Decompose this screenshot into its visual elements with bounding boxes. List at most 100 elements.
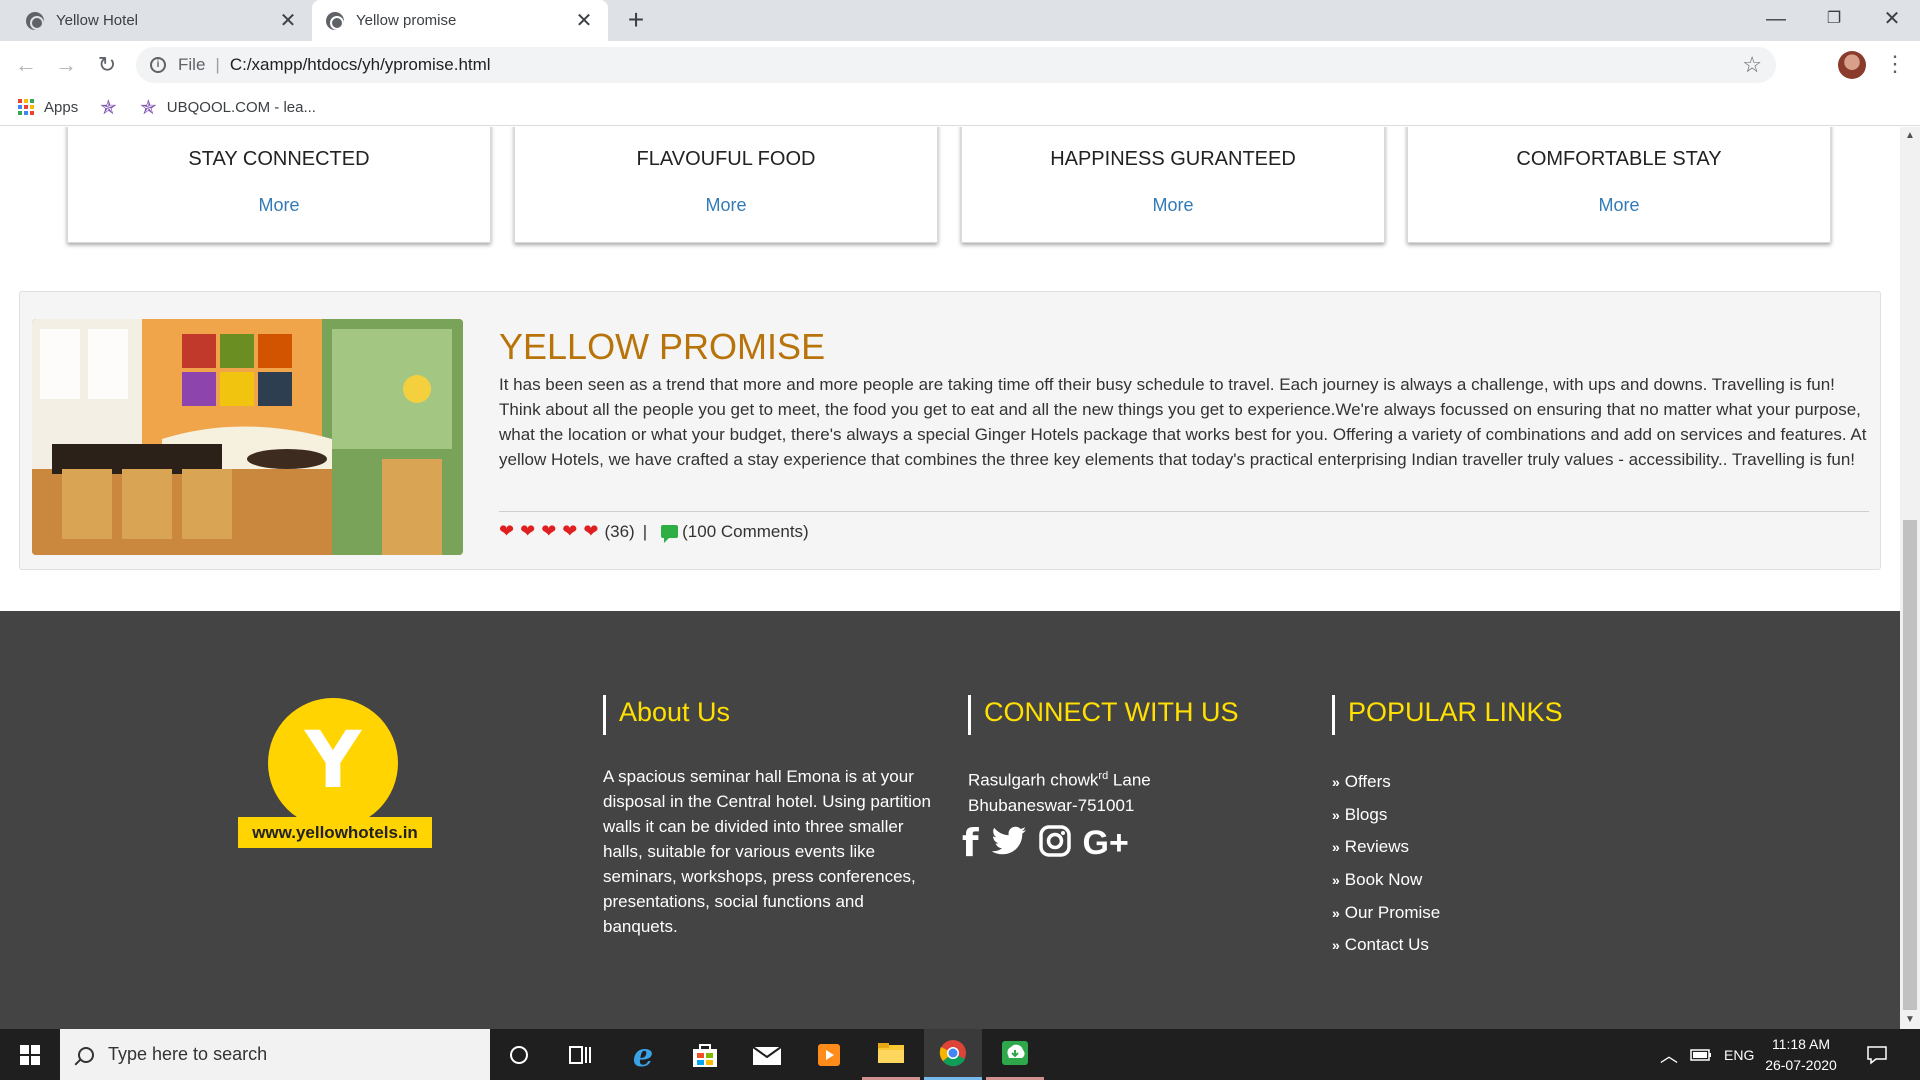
address-line-1: Rasulgarh chowkrd Lane — [968, 770, 1151, 790]
notification-icon[interactable] — [1866, 1029, 1888, 1080]
yellow-hotels-logo[interactable]: Y — [268, 698, 398, 828]
browser-tab-strip: Yellow Hotel ✕ Yellow promise ✕ + — ❐ ✕ — [0, 0, 1920, 41]
windows-start-icon[interactable] — [0, 1029, 60, 1080]
system-clock[interactable]: 11:18 AM 26-07-2020 — [1756, 1034, 1846, 1076]
comment-icon — [661, 525, 679, 543]
footer-link-our-promise[interactable]: » Our Promise — [1332, 896, 1440, 929]
heart-icon: ❤ — [562, 521, 578, 541]
close-tab-icon[interactable]: ✕ — [278, 8, 298, 33]
facebook-icon[interactable]: f — [962, 821, 979, 865]
mail-icon[interactable] — [738, 1029, 796, 1080]
file-explorer-icon[interactable] — [862, 1029, 920, 1080]
heart-icon: ❤ — [541, 521, 557, 541]
logo-url-label[interactable]: www.yellowhotels.in — [238, 817, 432, 848]
restore-button[interactable]: ❐ — [1806, 0, 1862, 41]
feature-title: FLAVOUFUL FOOD — [636, 148, 816, 170]
feature-card-comfortable-stay: COMFORTABLE STAY More — [1407, 127, 1831, 243]
address-line-2: Bhubaneswar-751001 — [968, 795, 1135, 815]
scrollbar-thumb[interactable] — [1903, 520, 1917, 1010]
task-view-icon[interactable] — [551, 1029, 609, 1080]
globe-icon — [326, 11, 344, 30]
cortana-icon[interactable] — [490, 1029, 548, 1080]
scroll-down-arrow-icon[interactable]: ▼ — [1900, 1011, 1920, 1029]
close-window-button[interactable]: ✕ — [1864, 0, 1920, 41]
promise-meta: ❤ ❤ ❤ ❤ ❤ (36) | (100 Comments) — [499, 521, 809, 543]
twitter-icon[interactable] — [991, 826, 1027, 861]
feature-more-link[interactable]: More — [1408, 195, 1830, 216]
heart-icon: ❤ — [583, 521, 599, 541]
footer-link-blogs[interactable]: » Blogs — [1332, 799, 1440, 832]
social-links: f G+ — [962, 821, 1141, 865]
tab-yellow-promise[interactable]: Yellow promise ✕ — [312, 0, 608, 41]
taskbar-search-box[interactable]: Type here to search — [60, 1029, 490, 1080]
download-app-icon[interactable] — [986, 1029, 1044, 1080]
bookmark-star[interactable]: ✯ — [100, 95, 127, 119]
rating-count: (36) — [604, 521, 635, 541]
feature-title: STAY CONNECTED — [188, 148, 370, 170]
heart-icon: ❤ — [520, 521, 536, 541]
instagram-icon[interactable] — [1038, 824, 1071, 862]
feature-title: HAPPINESS GURANTEED — [1050, 148, 1296, 170]
star-bookmark-icon: ✯ — [100, 96, 117, 119]
language-indicator[interactable]: ENG — [1724, 1029, 1754, 1080]
clock-date: 26-07-2020 — [1765, 1057, 1837, 1073]
hotel-lounge-image — [32, 319, 463, 555]
footer-link-offers[interactable]: » Offers — [1332, 766, 1440, 799]
feature-card-flavouful-food: FLAVOUFUL FOOD More — [514, 127, 938, 243]
store-icon[interactable] — [676, 1029, 734, 1080]
bookmark-label: UBQOOL.COM - lea... — [166, 98, 316, 116]
connect-heading: CONNECT WITH US — [968, 695, 1239, 735]
meta-separator: | — [642, 521, 648, 541]
search-placeholder: Type here to search — [108, 1044, 268, 1064]
address-bar[interactable]: i File | C:/xampp/htdocs/yh/ypromise.htm… — [136, 47, 1776, 83]
footer: Y www.yellowhotels.in About Us A spaciou… — [0, 611, 1900, 1029]
feature-more-link[interactable]: More — [515, 195, 937, 216]
bookmark-star-icon[interactable]: ☆ — [1742, 52, 1762, 78]
footer-link-contact-us[interactable]: » Contact Us — [1332, 929, 1440, 962]
new-tab-button[interactable]: + — [622, 6, 650, 34]
tab-title: Yellow Hotel — [56, 12, 138, 29]
footer-link-reviews[interactable]: » Reviews — [1332, 831, 1440, 864]
close-tab-icon[interactable]: ✕ — [574, 8, 594, 33]
forward-button[interactable]: → — [52, 51, 80, 79]
bookmark-label: Apps — [44, 98, 79, 116]
feature-card-happiness-guranteed: HAPPINESS GURANTEED More — [961, 127, 1385, 243]
logo-letter: Y — [304, 716, 362, 806]
divider — [499, 511, 1869, 512]
chevron-up-icon[interactable]: ︿ — [1660, 1042, 1678, 1068]
star-bookmark-icon: ✯ — [140, 96, 157, 119]
chevron-double-right-icon: » — [1332, 904, 1340, 921]
show-hidden-icons[interactable]: ︿ — [1660, 1029, 1678, 1080]
bookmark-ubqool[interactable]: ✯ UBQOOL.COM - lea... — [140, 95, 316, 119]
info-icon[interactable]: i — [150, 57, 166, 73]
search-icon — [78, 1046, 94, 1063]
bookmark-apps[interactable]: Apps — [18, 95, 78, 119]
popular-links-list: » Offers » Blogs » Reviews » Book Now » Our P… — [1332, 766, 1440, 962]
page-scrollbar[interactable]: ▲ ▼ — [1900, 127, 1920, 1029]
chevron-double-right-icon: » — [1332, 937, 1340, 954]
scroll-up-arrow-icon[interactable]: ▲ — [1900, 127, 1920, 145]
about-us-heading: About Us — [603, 695, 730, 735]
google-plus-icon[interactable]: G+ — [1083, 824, 1129, 863]
address-toolbar: ← → ↻ i File | C:/xampp/htdocs/yh/ypromi… — [0, 41, 1920, 89]
profile-avatar[interactable] — [1838, 51, 1866, 79]
url-text[interactable]: C:/xampp/htdocs/yh/ypromise.html — [230, 55, 491, 75]
feature-more-link[interactable]: More — [962, 195, 1384, 216]
minimize-button[interactable]: — — [1748, 0, 1804, 41]
chrome-icon[interactable] — [924, 1029, 982, 1080]
internet-explorer-icon[interactable]: e — [614, 1029, 672, 1080]
media-player-icon[interactable] — [800, 1029, 858, 1080]
feature-more-link[interactable]: More — [68, 195, 490, 216]
clock-time: 11:18 AM — [1771, 1036, 1831, 1052]
footer-link-book-now[interactable]: » Book Now — [1332, 864, 1440, 897]
reload-button[interactable]: ↻ — [93, 51, 121, 79]
globe-icon — [26, 11, 44, 30]
comments-count[interactable]: (100 Comments) — [682, 522, 809, 542]
browser-menu-icon[interactable]: ⋮ — [1884, 49, 1906, 79]
battery-icon[interactable] — [1690, 1029, 1712, 1080]
promise-description: It has been seen as a trend that more an… — [499, 375, 1867, 469]
promise-panel: YELLOW PROMISE It has been seen as a tre… — [19, 291, 1881, 570]
tab-yellow-hotel[interactable]: Yellow Hotel ✕ — [12, 0, 312, 41]
chevron-double-right-icon: » — [1332, 872, 1340, 889]
back-button[interactable]: ← — [12, 51, 40, 79]
